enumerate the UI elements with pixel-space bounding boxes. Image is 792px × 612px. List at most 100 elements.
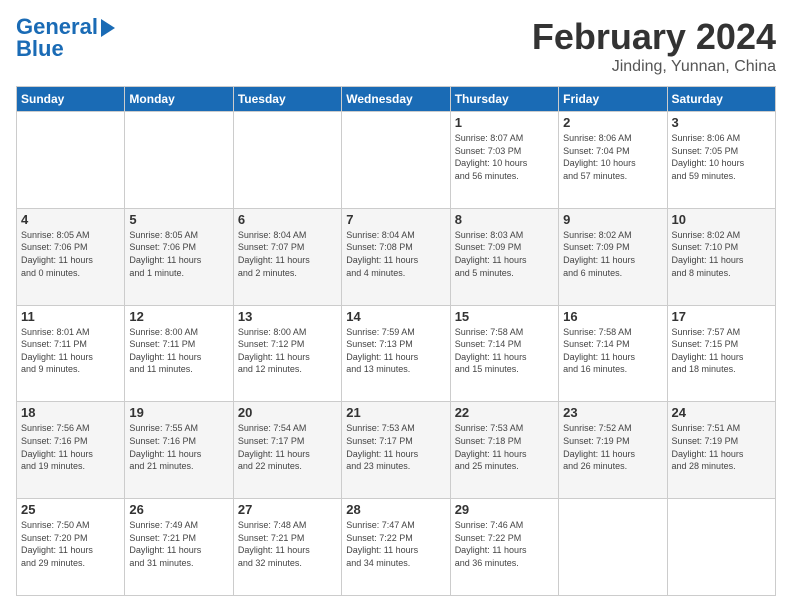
day-number: 29 [455, 502, 554, 517]
day-number: 28 [346, 502, 445, 517]
day-info: Sunrise: 7:47 AM Sunset: 7:22 PM Dayligh… [346, 519, 445, 569]
day-number: 13 [238, 309, 337, 324]
calendar-cell: 22 Sunrise: 7:53 AM Sunset: 7:18 PM Dayli… [450, 402, 558, 499]
col-sunday: Sunday [17, 87, 125, 112]
calendar-cell: 14 Sunrise: 7:59 AM Sunset: 7:13 PM Dayli… [342, 305, 450, 402]
calendar-cell [559, 499, 667, 596]
day-info: Sunrise: 7:49 AM Sunset: 7:21 PM Dayligh… [129, 519, 228, 569]
day-info: Sunrise: 7:54 AM Sunset: 7:17 PM Dayligh… [238, 422, 337, 472]
calendar-cell: 12 Sunrise: 8:00 AM Sunset: 7:11 PM Dayli… [125, 305, 233, 402]
day-info: Sunrise: 7:50 AM Sunset: 7:20 PM Dayligh… [21, 519, 120, 569]
day-info: Sunrise: 7:53 AM Sunset: 7:17 PM Dayligh… [346, 422, 445, 472]
calendar-cell: 11 Sunrise: 8:01 AM Sunset: 7:11 PM Dayli… [17, 305, 125, 402]
calendar-cell: 28 Sunrise: 7:47 AM Sunset: 7:22 PM Dayli… [342, 499, 450, 596]
day-info: Sunrise: 8:02 AM Sunset: 7:09 PM Dayligh… [563, 229, 662, 279]
logo-text-general: General [16, 16, 98, 38]
day-number: 14 [346, 309, 445, 324]
day-info: Sunrise: 7:53 AM Sunset: 7:18 PM Dayligh… [455, 422, 554, 472]
day-number: 3 [672, 115, 771, 130]
calendar-cell: 26 Sunrise: 7:49 AM Sunset: 7:21 PM Dayli… [125, 499, 233, 596]
day-info: Sunrise: 8:00 AM Sunset: 7:11 PM Dayligh… [129, 326, 228, 376]
day-number: 26 [129, 502, 228, 517]
day-number: 20 [238, 405, 337, 420]
calendar-cell [17, 112, 125, 209]
day-info: Sunrise: 8:04 AM Sunset: 7:08 PM Dayligh… [346, 229, 445, 279]
calendar-cell [125, 112, 233, 209]
day-info: Sunrise: 7:52 AM Sunset: 7:19 PM Dayligh… [563, 422, 662, 472]
calendar-table: Sunday Monday Tuesday Wednesday Thursday… [16, 86, 776, 596]
day-number: 22 [455, 405, 554, 420]
calendar-cell: 29 Sunrise: 7:46 AM Sunset: 7:22 PM Dayli… [450, 499, 558, 596]
calendar-cell: 4Sunrise: 8:05 AM Sunset: 7:06 PM Daylig… [17, 208, 125, 305]
day-info: Sunrise: 7:55 AM Sunset: 7:16 PM Dayligh… [129, 422, 228, 472]
day-info: Sunrise: 7:59 AM Sunset: 7:13 PM Dayligh… [346, 326, 445, 376]
calendar-cell: 6 Sunrise: 8:04 AM Sunset: 7:07 PM Daylig… [233, 208, 341, 305]
day-number: 6 [238, 212, 337, 227]
col-thursday: Thursday [450, 87, 558, 112]
calendar-cell: 5 Sunrise: 8:05 AM Sunset: 7:06 PM Daylig… [125, 208, 233, 305]
header-row: Sunday Monday Tuesday Wednesday Thursday… [17, 87, 776, 112]
calendar-cell: 1 Sunrise: 8:07 AM Sunset: 7:03 PM Daylig… [450, 112, 558, 209]
calendar-cell: 27 Sunrise: 7:48 AM Sunset: 7:21 PM Dayli… [233, 499, 341, 596]
calendar-cell: 24Sunrise: 7:51 AM Sunset: 7:19 PM Dayli… [667, 402, 775, 499]
day-info: Sunrise: 7:57 AM Sunset: 7:15 PM Dayligh… [672, 326, 771, 376]
col-wednesday: Wednesday [342, 87, 450, 112]
day-info: Sunrise: 7:51 AM Sunset: 7:19 PM Dayligh… [672, 422, 771, 472]
day-number: 18 [21, 405, 120, 420]
day-number: 12 [129, 309, 228, 324]
day-info: Sunrise: 7:58 AM Sunset: 7:14 PM Dayligh… [455, 326, 554, 376]
calendar-cell [667, 499, 775, 596]
calendar-cell: 3 Sunrise: 8:06 AM Sunset: 7:05 PM Daylig… [667, 112, 775, 209]
day-number: 9 [563, 212, 662, 227]
day-number: 16 [563, 309, 662, 324]
day-info: Sunrise: 8:05 AM Sunset: 7:06 PM Dayligh… [21, 229, 120, 279]
day-number: 7 [346, 212, 445, 227]
day-info: Sunrise: 7:48 AM Sunset: 7:21 PM Dayligh… [238, 519, 337, 569]
day-number: 15 [455, 309, 554, 324]
col-monday: Monday [125, 87, 233, 112]
col-tuesday: Tuesday [233, 87, 341, 112]
day-info: Sunrise: 8:04 AM Sunset: 7:07 PM Dayligh… [238, 229, 337, 279]
day-number: 23 [563, 405, 662, 420]
day-number: 10 [672, 212, 771, 227]
title-area: February 2024 Jinding, Yunnan, China [532, 16, 776, 76]
day-number: 8 [455, 212, 554, 227]
day-info: Sunrise: 8:03 AM Sunset: 7:09 PM Dayligh… [455, 229, 554, 279]
calendar-cell: 15 Sunrise: 7:58 AM Sunset: 7:14 PM Dayli… [450, 305, 558, 402]
day-number: 21 [346, 405, 445, 420]
day-info: Sunrise: 8:00 AM Sunset: 7:12 PM Dayligh… [238, 326, 337, 376]
day-info: Sunrise: 8:02 AM Sunset: 7:10 PM Dayligh… [672, 229, 771, 279]
day-number: 25 [21, 502, 120, 517]
calendar-cell: 25 Sunrise: 7:50 AM Sunset: 7:20 PM Dayli… [17, 499, 125, 596]
day-number: 17 [672, 309, 771, 324]
day-info: Sunrise: 8:01 AM Sunset: 7:11 PM Dayligh… [21, 326, 120, 376]
day-number: 5 [129, 212, 228, 227]
calendar-cell: 9 Sunrise: 8:02 AM Sunset: 7:09 PM Daylig… [559, 208, 667, 305]
calendar-cell: 20 Sunrise: 7:54 AM Sunset: 7:17 PM Dayli… [233, 402, 341, 499]
day-info: Sunrise: 8:06 AM Sunset: 7:04 PM Dayligh… [563, 132, 662, 182]
day-info: Sunrise: 7:58 AM Sunset: 7:14 PM Dayligh… [563, 326, 662, 376]
calendar-cell: 7 Sunrise: 8:04 AM Sunset: 7:08 PM Daylig… [342, 208, 450, 305]
day-info: Sunrise: 7:46 AM Sunset: 7:22 PM Dayligh… [455, 519, 554, 569]
calendar-cell [233, 112, 341, 209]
calendar-cell [342, 112, 450, 209]
header: General Blue February 2024 Jinding, Yunn… [16, 16, 776, 76]
calendar-cell: 23 Sunrise: 7:52 AM Sunset: 7:19 PM Dayli… [559, 402, 667, 499]
logo-text-blue: Blue [16, 38, 115, 60]
day-number: 19 [129, 405, 228, 420]
day-info: Sunrise: 8:06 AM Sunset: 7:05 PM Dayligh… [672, 132, 771, 182]
page: General Blue February 2024 Jinding, Yunn… [0, 0, 792, 612]
day-number: 2 [563, 115, 662, 130]
day-number: 11 [21, 309, 120, 324]
calendar-cell: 19 Sunrise: 7:55 AM Sunset: 7:16 PM Dayli… [125, 402, 233, 499]
calendar-cell: 8 Sunrise: 8:03 AM Sunset: 7:09 PM Daylig… [450, 208, 558, 305]
day-info: Sunrise: 8:07 AM Sunset: 7:03 PM Dayligh… [455, 132, 554, 182]
logo-arrow-icon [101, 19, 115, 37]
logo: General Blue [16, 16, 115, 60]
calendar-cell: 2 Sunrise: 8:06 AM Sunset: 7:04 PM Daylig… [559, 112, 667, 209]
col-friday: Friday [559, 87, 667, 112]
day-info: Sunrise: 8:05 AM Sunset: 7:06 PM Dayligh… [129, 229, 228, 279]
day-number: 27 [238, 502, 337, 517]
calendar-cell: 21 Sunrise: 7:53 AM Sunset: 7:17 PM Dayli… [342, 402, 450, 499]
day-number: 1 [455, 115, 554, 130]
